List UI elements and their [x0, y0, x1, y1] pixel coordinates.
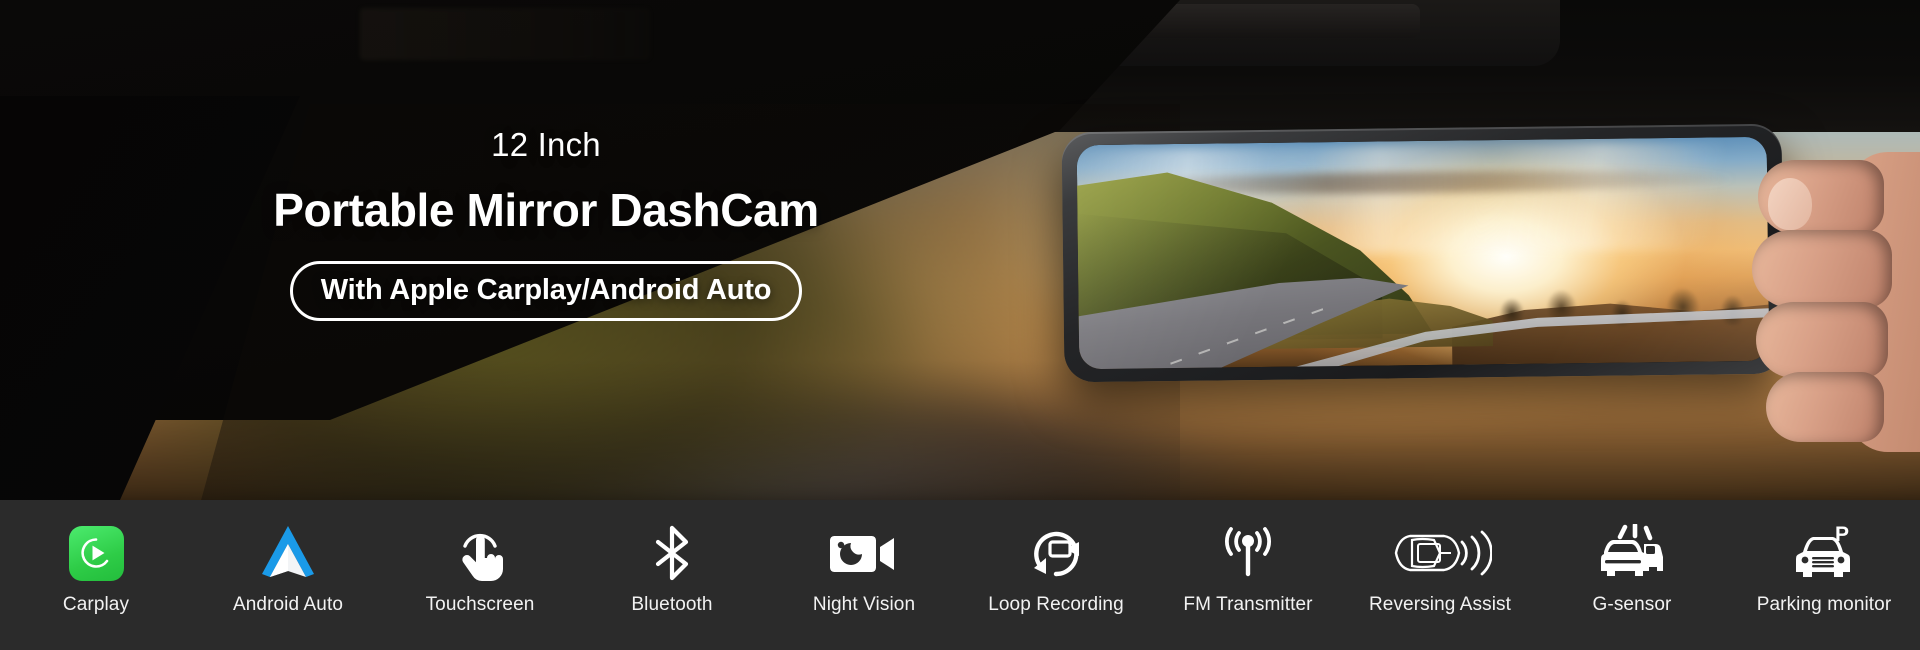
feature-label: Touchscreen: [425, 594, 535, 615]
android-auto-icon: [258, 522, 318, 584]
loop-recording-icon: [1026, 522, 1086, 584]
finger-middle: [1752, 230, 1892, 308]
hero-badge-wrap: With Apple Carplay/Android Auto: [186, 260, 906, 322]
feature-item-touchscreen[interactable]: Touchscreen: [384, 500, 576, 617]
compatibility-badge: With Apple Carplay/Android Auto: [289, 260, 803, 322]
mirror-dashcam-device: [1061, 123, 1785, 383]
parking-car-p-icon: P: [1788, 522, 1860, 584]
feature-item-loop-recording[interactable]: Loop Recording: [960, 500, 1152, 617]
carplay-icon: [68, 522, 124, 584]
feature-item-bluetooth[interactable]: Bluetooth: [576, 500, 768, 617]
feature-label: Carplay: [62, 594, 130, 615]
reversing-car-waves-icon: [1388, 522, 1492, 584]
finger-index: [1758, 160, 1884, 234]
feature-label: Reversing Assist: [1368, 594, 1512, 615]
fingernail: [1768, 178, 1812, 230]
feature-label: Android Auto: [232, 594, 343, 615]
product-banner: 12 Inch Portable Mirror DashCam With App…: [0, 0, 1920, 650]
hero-kicker: 12 Inch: [491, 126, 601, 163]
device-screen: [1076, 136, 1770, 370]
collision-cars-icon: [1592, 522, 1672, 584]
hero-headline: Portable Mirror DashCam: [273, 184, 819, 236]
feature-label: FM Transmitter: [1183, 594, 1313, 615]
holding-hand: [1752, 152, 1920, 452]
bluetooth-icon: [647, 522, 697, 584]
hero-copy: 12 Inch Portable Mirror DashCam With App…: [186, 126, 906, 322]
hero-section: 12 Inch Portable Mirror DashCam With App…: [0, 0, 1920, 500]
touch-hand-icon: [451, 522, 509, 584]
feature-label: Parking monitor: [1756, 594, 1892, 615]
finger-little: [1766, 372, 1884, 442]
feature-item-android-auto[interactable]: Android Auto: [192, 500, 384, 617]
feature-item-night-vision[interactable]: Night Vision: [768, 500, 960, 617]
blurred-logo: [360, 8, 650, 60]
feature-item-fm-transmitter[interactable]: FM Transmitter: [1152, 500, 1344, 617]
feature-label: Loop Recording: [988, 594, 1124, 615]
feature-item-g-sensor[interactable]: G-sensor: [1536, 500, 1728, 617]
feature-label: G-sensor: [1592, 594, 1672, 615]
feature-label: Bluetooth: [631, 594, 713, 615]
feature-item-carplay[interactable]: Carplay: [0, 500, 192, 617]
night-vision-camera-icon: [828, 522, 900, 584]
feature-bar: Carplay Android Auto Touchscreen Bluetoo…: [0, 500, 1920, 650]
feature-item-parking-monitor[interactable]: P Parking monitor: [1728, 500, 1920, 617]
feature-item-reversing-assist[interactable]: Reversing Assist: [1344, 500, 1536, 617]
fm-antenna-icon: [1215, 522, 1281, 584]
finger-ring: [1756, 302, 1888, 378]
screen-glare: [1076, 136, 1770, 370]
feature-label: Night Vision: [812, 594, 916, 615]
